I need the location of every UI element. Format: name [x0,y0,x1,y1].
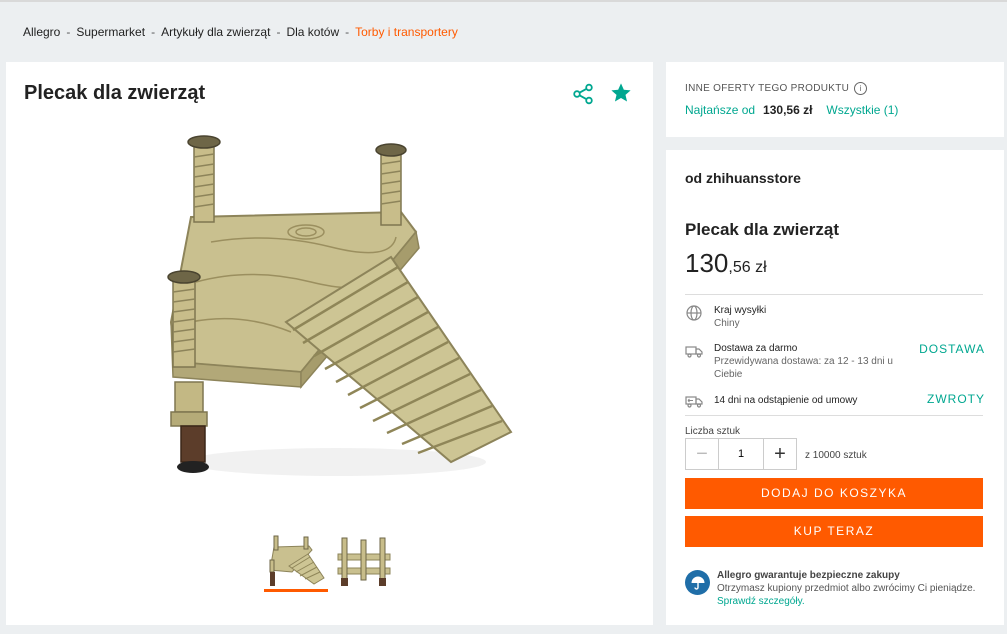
thumbnail-side-view[interactable] [332,532,396,590]
other-offers-heading-text: INNE OFERTY TEGO PRODUKTU [685,83,850,94]
star-icon[interactable] [610,82,632,104]
breadcrumb-separator: - [66,25,71,39]
all-offers-link[interactable]: Wszystkie (1) [826,103,898,117]
other-offers-row: Najtańsze od 130,56 zł Wszystkie (1) [685,103,898,117]
share-icon[interactable] [572,83,594,105]
breadcrumb-separator: - [151,25,156,39]
guarantee-details-link[interactable]: Sprawdź szczegóły. [717,596,805,607]
thumbnail-strip [264,532,396,592]
other-offers-heading: INNE OFERTY TEGO PRODUKTU i [685,82,868,95]
thumbnail-ramp[interactable] [264,532,328,592]
returns-label: 14 dni na odstąpienie od umowy [714,395,858,406]
cheapest-offer-price: 130,56 zł [763,103,813,117]
buy-now-button[interactable]: KUP TERAZ [685,516,983,547]
guarantee-text: Otrzymasz kupiony przedmiot albo zwrócim… [717,583,976,594]
buy-box: od zhihuansstore Plecak dla zwierząt 130… [666,150,1004,625]
breadcrumb-item-supermarket[interactable]: Supermarket [76,25,145,39]
product-image[interactable] [151,132,521,512]
return-truck-icon [685,396,703,408]
breadcrumb-item-pet-supplies[interactable]: Artykuły dla zwierząt [161,25,270,39]
price-integer: 130 [685,248,729,278]
other-offers-card: INNE OFERTY TEGO PRODUKTU i Najtańsze od… [666,62,1004,137]
truck-icon [685,346,703,358]
breadcrumb: Allegro - Supermarket - Artykuły dla zwi… [23,25,458,39]
breadcrumb-separator: - [345,25,350,39]
page-title: Plecak dla zwierząt [24,82,206,104]
delivery-link[interactable]: DOSTAWA [919,342,985,356]
top-border [0,0,1007,2]
quantity-available: z 10000 sztuk [805,450,867,461]
seller-name[interactable]: od zhihuansstore [685,170,801,186]
cheapest-offer-link[interactable]: Najtańsze od [685,103,755,117]
breadcrumb-item-allegro[interactable]: Allegro [23,25,60,39]
umbrella-icon [685,570,710,595]
divider [685,415,983,416]
guarantee-box: Allegro gwarantuje bezpieczne zakupy Otr… [717,569,977,608]
price-decimal: ,56 zł [728,259,767,276]
quantity-label: Liczba sztuk [685,426,741,437]
plus-icon[interactable]: + [764,439,796,469]
delivery-label: Dostawa za darmo [714,343,798,354]
buy-box-title: Plecak dla zwierząt [685,220,840,239]
delivery-estimate: Przewidywana dostawa: za 12 - 13 dni u C… [714,356,893,380]
returns-link[interactable]: ZWROTY [927,392,985,406]
breadcrumb-item-current[interactable]: Torby i transportery [355,25,458,39]
quantity-input[interactable] [718,439,764,469]
breadcrumb-separator: - [276,25,281,39]
quantity-stepper: − + [685,438,797,470]
price: 130,56 zł [685,248,767,279]
product-gallery-card: Plecak dla zwierząt [6,62,653,625]
guarantee-title: Allegro gwarantuje bezpieczne zakupy [717,570,900,581]
info-icon[interactable]: i [854,82,868,95]
shipping-country-value: Chiny [714,318,740,329]
shipping-country-label: Kraj wysyłki [714,305,767,316]
breadcrumb-item-cats[interactable]: Dla kotów [286,25,339,39]
divider [685,294,983,295]
globe-icon [686,305,702,321]
add-to-cart-button[interactable]: DODAJ DO KOSZYKA [685,478,983,509]
minus-icon[interactable]: − [686,439,718,469]
